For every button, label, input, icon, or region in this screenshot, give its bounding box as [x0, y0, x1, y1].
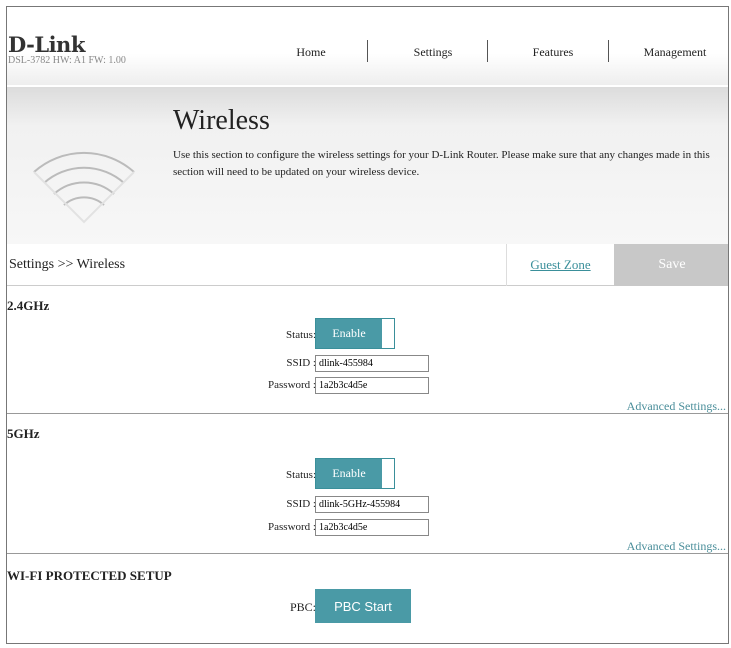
toggle-label: Enable: [316, 319, 382, 348]
advanced-settings-link[interactable]: Advanced Settings...: [627, 539, 726, 554]
nav-divider: [487, 40, 488, 62]
wifi-icon: [33, 151, 135, 224]
password-input[interactable]: [315, 519, 429, 536]
nav-features[interactable]: Features: [493, 45, 613, 60]
header: D-Link DSL-3782 HW: A1 FW: 1.00 Home Set…: [7, 7, 728, 85]
nav-management[interactable]: Management: [615, 45, 728, 60]
section-wps: WI-FI PROTECTED SETUP PBC: PBC Start: [7, 554, 728, 643]
nav-divider: [367, 40, 368, 62]
nav-settings[interactable]: Settings: [373, 45, 493, 60]
pbc-label: PBC:: [289, 600, 316, 614]
status-toggle[interactable]: Enable: [315, 318, 395, 349]
nav-divider: [608, 40, 609, 62]
ssid-input[interactable]: [315, 496, 429, 513]
toggle-label: Enable: [316, 459, 382, 488]
status-label: Status:: [286, 469, 316, 481]
section-heading: WI-FI PROTECTED SETUP: [7, 568, 172, 583]
status-toggle[interactable]: Enable: [315, 458, 395, 489]
status-label: Status:: [286, 329, 316, 341]
dlink-logo: D-Link: [8, 32, 85, 57]
guest-zone-link[interactable]: Guest Zone: [506, 244, 614, 286]
section-5ghz: 5GHz Status: Enable SSID : Password : Ad…: [7, 414, 728, 554]
section-2-4ghz: 2.4GHz Status: Enable SSID : Password : …: [7, 286, 728, 414]
save-button[interactable]: Save: [614, 244, 728, 286]
breadcrumb: Settings >> Wireless: [9, 257, 126, 272]
password-label: Password :: [268, 379, 316, 391]
breadcrumb-bar: Settings >> Wireless Guest Zone Save: [7, 244, 728, 286]
password-label: Password :: [268, 521, 316, 533]
section-heading: 2.4GHz: [7, 298, 50, 313]
page-banner: Wireless Use this section to configure t…: [7, 87, 728, 244]
router-page: D-Link DSL-3782 HW: A1 FW: 1.00 Home Set…: [6, 6, 729, 644]
pbc-start-button[interactable]: PBC Start: [315, 589, 411, 623]
page-description: Use this section to configure the wirele…: [173, 149, 710, 178]
page-title: Wireless: [173, 105, 270, 136]
ssid-input[interactable]: [315, 355, 429, 372]
model-info: DSL-3782 HW: A1 FW: 1.00: [8, 55, 126, 66]
password-input[interactable]: [315, 377, 429, 394]
nav-home[interactable]: Home: [251, 45, 371, 60]
ssid-label: SSID :: [286, 498, 316, 510]
ssid-label: SSID :: [286, 357, 316, 369]
advanced-settings-link[interactable]: Advanced Settings...: [627, 399, 726, 414]
nav-divider: [728, 40, 729, 62]
section-heading: 5GHz: [7, 426, 40, 441]
